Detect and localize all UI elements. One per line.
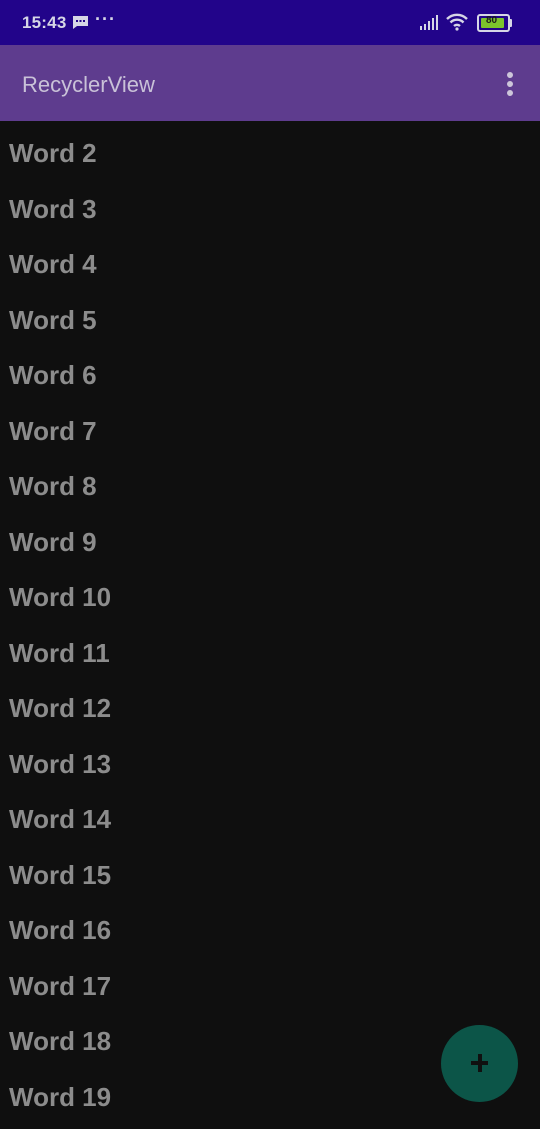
list-item[interactable]: Word 11: [0, 621, 540, 677]
status-bar: 15:43 ··· 80: [0, 0, 540, 45]
list-item[interactable]: Word 2: [0, 121, 540, 177]
app-title: RecyclerView: [22, 72, 155, 97]
add-word-button[interactable]: [441, 1025, 518, 1102]
list-item[interactable]: Word 5: [0, 288, 540, 344]
list-item[interactable]: Word 16: [0, 898, 540, 954]
battery-level: 80: [485, 15, 498, 26]
wifi-icon: [446, 13, 468, 31]
list-item[interactable]: Word 7: [0, 399, 540, 455]
list-item[interactable]: Word 17: [0, 954, 540, 1010]
list-item[interactable]: Word 13: [0, 732, 540, 788]
message-icon: [73, 16, 88, 29]
app-bar: RecyclerView: [0, 45, 540, 121]
overflow-menu-icon[interactable]: [496, 71, 524, 97]
list-item[interactable]: Word 8: [0, 454, 540, 510]
list-item[interactable]: Word 14: [0, 787, 540, 843]
list-item[interactable]: Word 15: [0, 843, 540, 899]
list-item[interactable]: Word 6: [0, 343, 540, 399]
list-item[interactable]: Word 3: [0, 177, 540, 233]
list-item[interactable]: Word 10: [0, 565, 540, 621]
word-list[interactable]: Word 2 Word 3 Word 4 Word 5 Word 6 Word 7 Word…: [0, 121, 540, 1120]
battery-icon: 80: [477, 14, 512, 32]
list-item[interactable]: Word 9: [0, 510, 540, 566]
more-dots-icon: ···: [95, 9, 116, 29]
list-item[interactable]: Word 12: [0, 676, 540, 732]
status-time: 15:43: [22, 13, 67, 32]
signal-icon: [420, 15, 438, 30]
list-item[interactable]: Word 4: [0, 232, 540, 288]
